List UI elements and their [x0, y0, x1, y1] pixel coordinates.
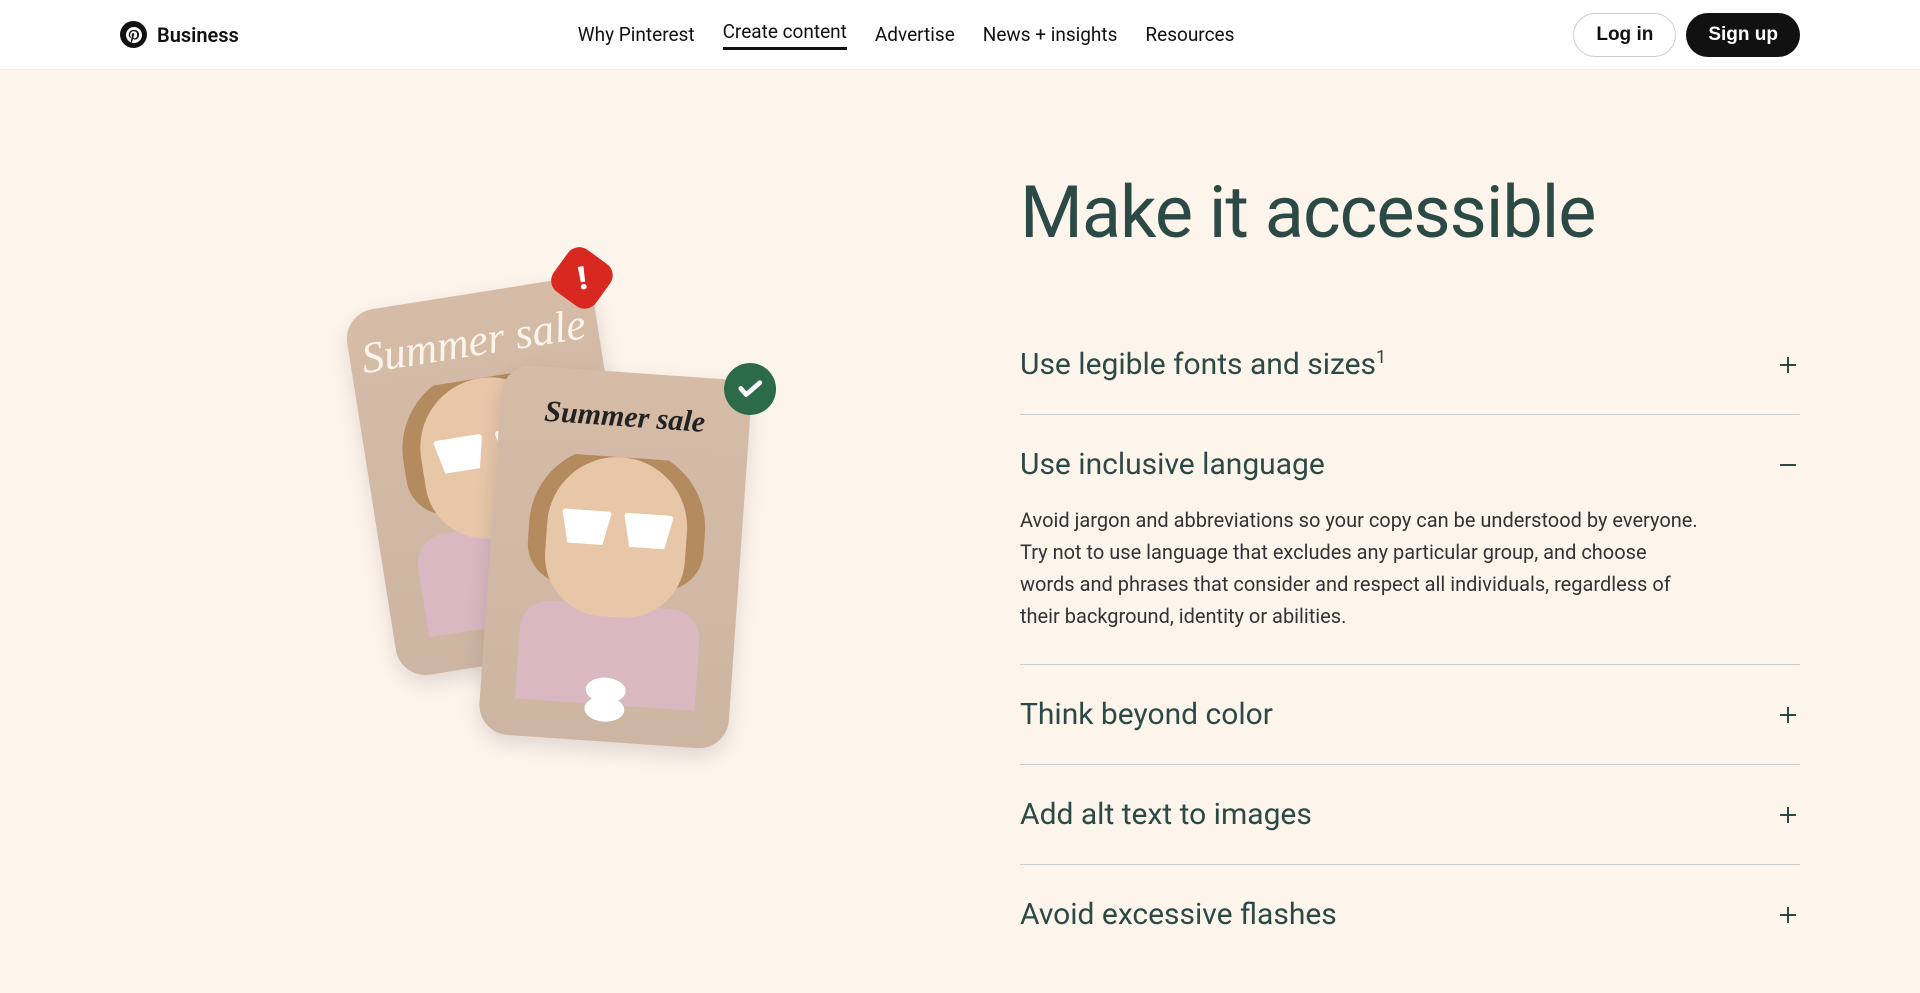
login-button[interactable]: Log in — [1573, 13, 1676, 57]
site-header: Business Why Pinterest Create content Ad… — [0, 0, 1920, 70]
plus-icon — [1776, 803, 1800, 827]
accordion-title: Use legible fonts and sizes1 — [1020, 347, 1386, 382]
example-card-good: Summer sale — [477, 363, 752, 750]
accordion-header-flashes[interactable]: Avoid excessive flashes — [1020, 897, 1800, 932]
minus-icon — [1776, 453, 1800, 477]
accordion-title: Add alt text to images — [1020, 797, 1312, 832]
content-column: Make it accessible Use legible fonts and… — [960, 120, 1800, 943]
brand[interactable]: Business — [120, 21, 239, 48]
header-buttons: Log in Sign up — [1573, 13, 1800, 57]
primary-nav: Why Pinterest Create content Advertise N… — [578, 20, 1235, 50]
nav-resources[interactable]: Resources — [1145, 23, 1234, 46]
footnote-marker: 1 — [1376, 347, 1386, 368]
nav-news-insights[interactable]: News + insights — [983, 23, 1118, 46]
pinterest-icon — [120, 21, 147, 48]
accordion-item-alt-text: Add alt text to images — [1020, 765, 1800, 865]
page-title: Make it accessible — [1020, 170, 1800, 255]
accordion-title: Avoid excessive flashes — [1020, 897, 1337, 932]
plus-icon — [1776, 703, 1800, 727]
nav-create-content[interactable]: Create content — [723, 20, 847, 50]
accordion-header-alt-text[interactable]: Add alt text to images — [1020, 797, 1800, 832]
card-good-label: Summer sale — [499, 391, 751, 442]
signup-button[interactable]: Sign up — [1686, 13, 1800, 57]
accordion-header-language[interactable]: Use inclusive language — [1020, 447, 1800, 482]
card-stack: Summer sale ! Summer sale — [330, 282, 750, 782]
plus-icon — [1776, 353, 1800, 377]
person-illustration — [477, 448, 746, 750]
accordion-item-fonts: Use legible fonts and sizes1 — [1020, 315, 1800, 415]
plus-icon — [1776, 903, 1800, 927]
main-content: Summer sale ! Summer sale — [0, 70, 1920, 993]
illustration-column: Summer sale ! Summer sale — [120, 120, 960, 943]
nav-why-pinterest[interactable]: Why Pinterest — [578, 23, 695, 46]
brand-label: Business — [157, 23, 239, 47]
accordion-item-color: Think beyond color — [1020, 665, 1800, 765]
accordion-header-color[interactable]: Think beyond color — [1020, 697, 1800, 732]
accordion-title: Think beyond color — [1020, 697, 1273, 732]
accordion-title-text: Use legible fonts and sizes — [1020, 347, 1376, 382]
nav-advertise[interactable]: Advertise — [875, 23, 955, 46]
accordion-header-fonts[interactable]: Use legible fonts and sizes1 — [1020, 347, 1800, 382]
accordion-body: Avoid jargon and abbreviations so your c… — [1020, 504, 1700, 632]
accordion-item-flashes: Avoid excessive flashes — [1020, 865, 1800, 964]
accordion-item-language: Use inclusive language Avoid jargon and … — [1020, 415, 1800, 665]
accordion-title: Use inclusive language — [1020, 447, 1325, 482]
